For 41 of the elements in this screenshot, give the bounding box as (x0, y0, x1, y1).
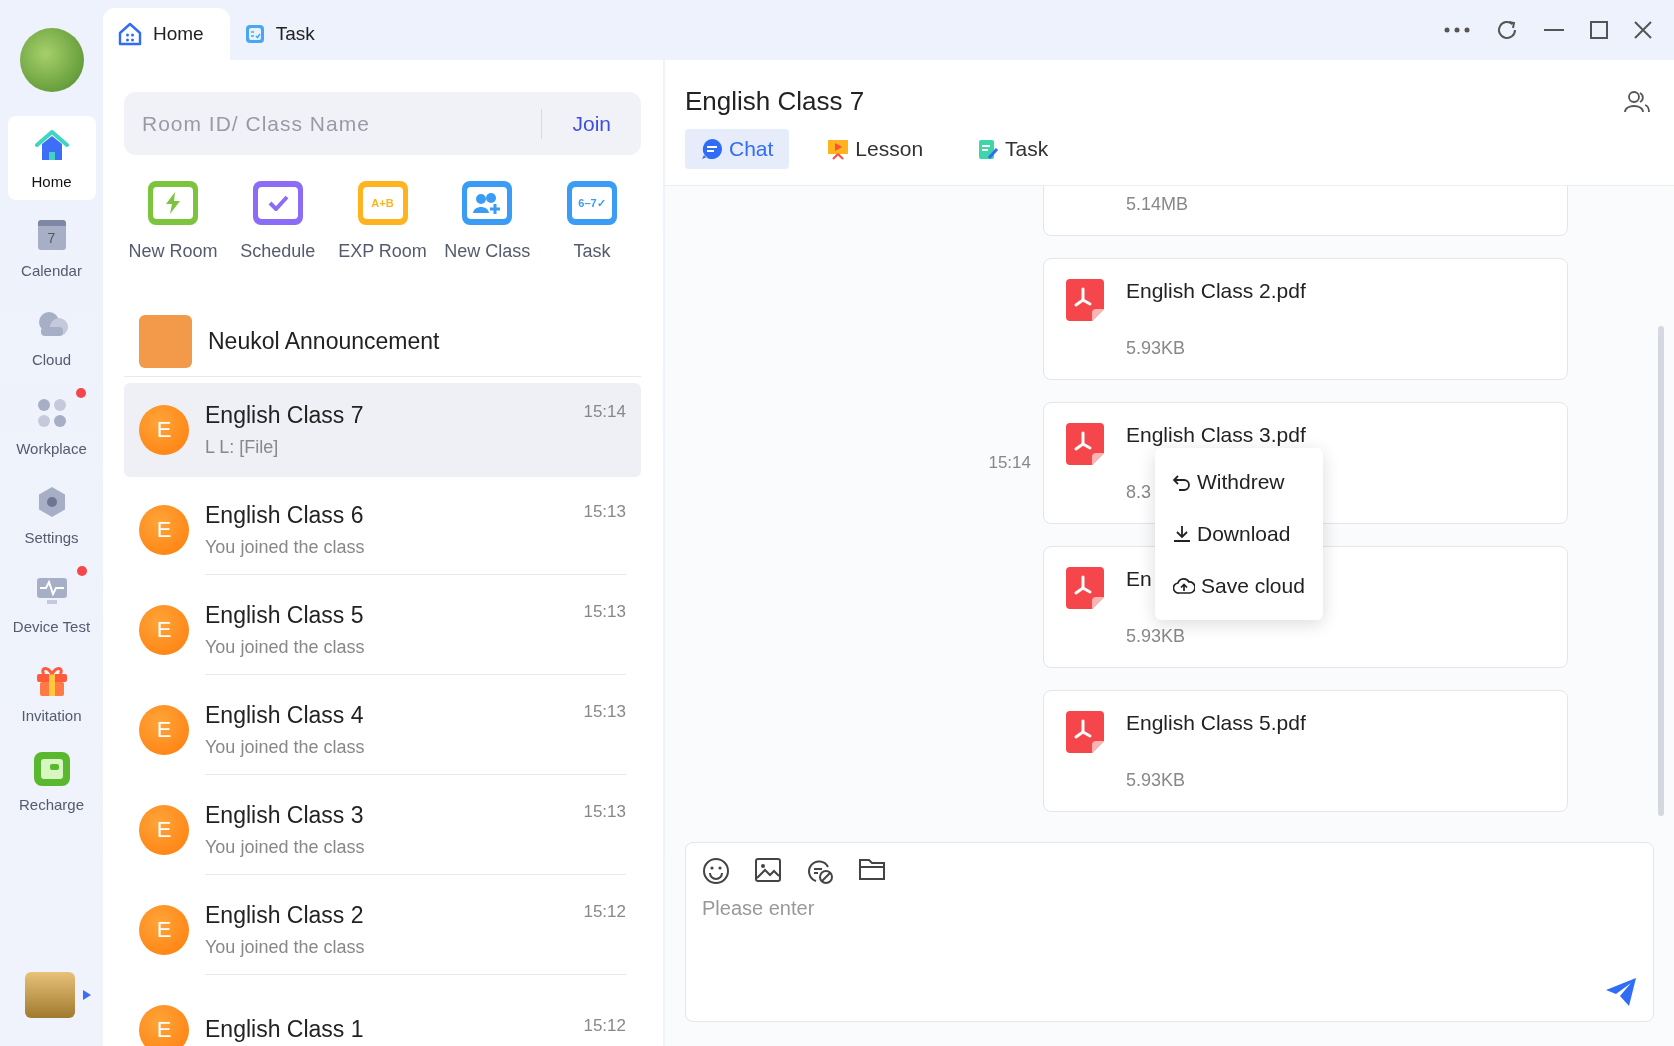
laptop-icon: 6–7✓ (567, 181, 617, 225)
avatar: E (139, 905, 189, 955)
file-size: 5.93KB (1126, 626, 1186, 647)
avatar: E (139, 805, 189, 855)
chat-title: English Class 7 (685, 86, 865, 117)
conversation-time: 15:13 (583, 701, 626, 723)
conversation-name: English Class 6 (205, 501, 364, 529)
file-name: En (1126, 567, 1153, 591)
conversation-time: 15:14 (583, 401, 626, 423)
avatar: E (139, 705, 189, 755)
file-name: English Class 2.pdf (1126, 279, 1306, 303)
conversation-time: 15:12 (583, 901, 626, 923)
file-size: 8.3 (1126, 482, 1153, 503)
conversation-name: English Class 4 (205, 701, 364, 729)
file-size: 5.93KB (1126, 338, 1187, 359)
message-preview: You joined the class (205, 636, 366, 658)
message-preview: You joined the class (205, 736, 366, 758)
conversation-name: English Class 7 (205, 401, 364, 429)
conversation-name: English Class 5 (205, 601, 364, 629)
file-name: English Class 3.pdf (1126, 423, 1306, 447)
avatar: E (139, 605, 189, 655)
message-preview: You joined the class (205, 836, 366, 858)
conversation-time: 15:13 (583, 601, 626, 623)
calendar-icon: 7 (37, 219, 66, 250)
laptop-icon: A+B (357, 181, 408, 225)
conversation-time: 15:13 (583, 801, 626, 823)
avatar: E (139, 1005, 189, 1046)
avatar: E (139, 405, 189, 455)
message-preview: You joined the class (205, 536, 366, 558)
message-preview: You joined the class (205, 936, 366, 958)
conversation-name: English Class 1 (205, 1016, 364, 1043)
conversation-time: 15:13 (583, 501, 626, 523)
conversation-time: 15:12 (583, 1016, 626, 1037)
message-time: 15:14 (988, 453, 1031, 473)
avatar: E (139, 505, 189, 555)
conversation-name: English Class 2 (205, 901, 364, 929)
conversation-name: English Class 3 (205, 801, 364, 829)
file-size: 5.14MB (1126, 194, 1189, 215)
file-name: English Class 5.pdf (1126, 711, 1306, 735)
file-size: 5.93KB (1126, 770, 1187, 791)
message-preview: L L: [File] (205, 436, 280, 458)
